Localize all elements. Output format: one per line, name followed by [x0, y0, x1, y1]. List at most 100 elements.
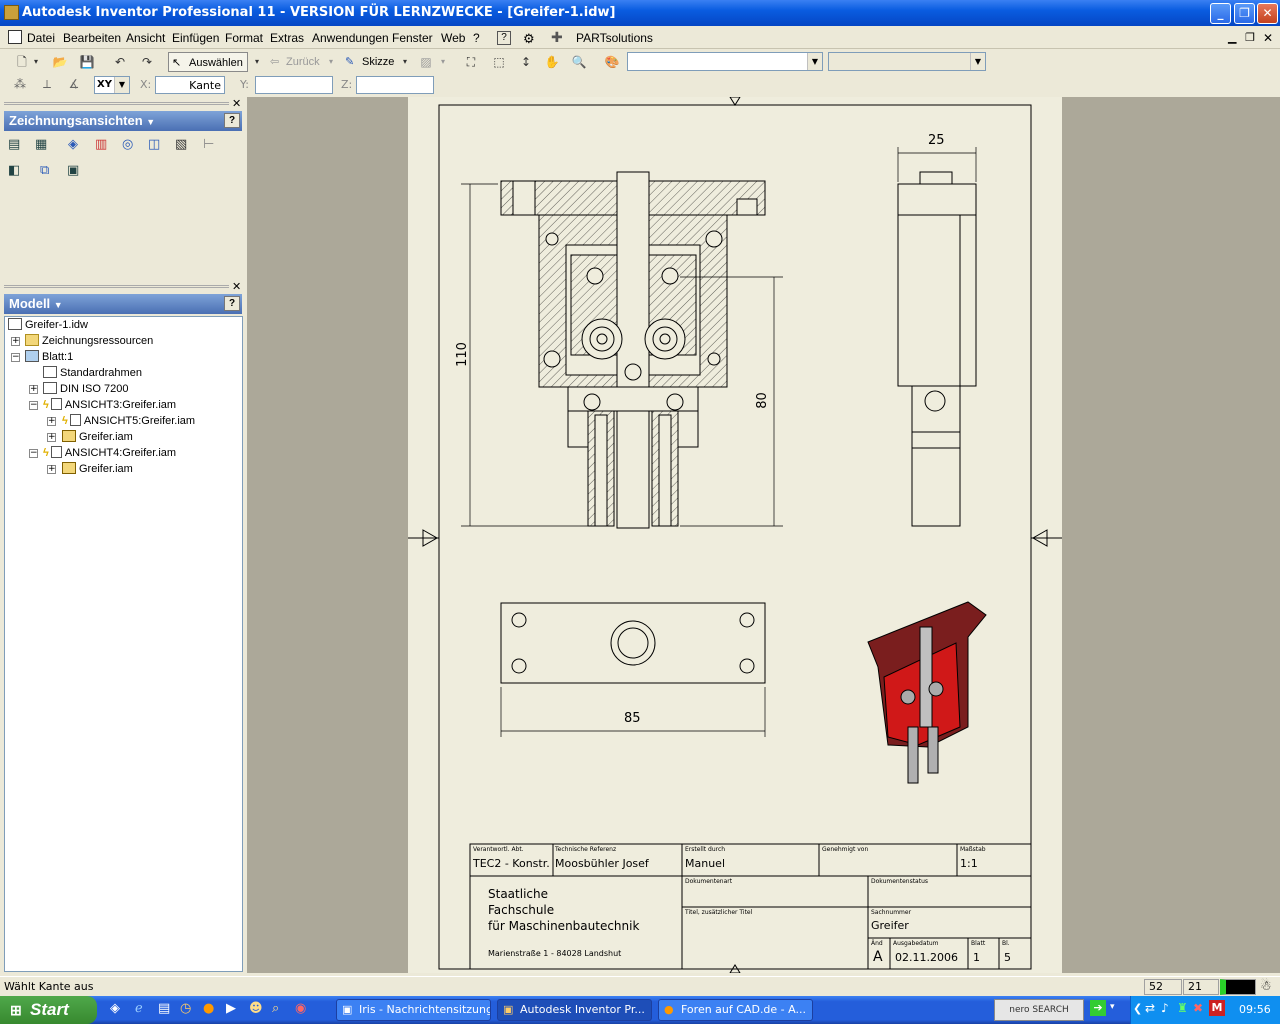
close-button[interactable]: ✕: [1257, 3, 1278, 24]
draft-view-icon[interactable]: ◧: [8, 163, 20, 178]
projected-view-icon[interactable]: ▦: [35, 137, 47, 152]
open-icon[interactable]: 📂: [50, 53, 70, 71]
network-icon[interactable]: ⇄: [1145, 1001, 1155, 1015]
y-input[interactable]: [255, 76, 333, 94]
zoom-select-icon[interactable]: 🔍: [569, 53, 589, 71]
save-icon[interactable]: 💾: [77, 53, 97, 71]
minimize-button[interactable]: _: [1210, 3, 1231, 24]
task-inventor[interactable]: ▣ Autodesk Inventor Pr...: [497, 999, 652, 1021]
doc-close-button[interactable]: ✕: [1263, 31, 1273, 45]
axis-icon[interactable]: ∡: [64, 75, 84, 93]
model-panel-header[interactable]: Modell ▼ ?: [4, 294, 242, 314]
search-icon[interactable]: ⌕: [272, 1001, 279, 1016]
partsolutions-icon[interactable]: ⚙: [523, 31, 535, 47]
new-icon[interactable]: 🗋: [12, 53, 32, 71]
menu-anwendungen[interactable]: Anwendungen: [312, 31, 389, 45]
tree-item-assembly[interactable]: Greifer.iam: [62, 462, 133, 475]
model-grip-bar[interactable]: [4, 285, 229, 288]
back-button[interactable]: ⇦ Zurück: [270, 52, 320, 72]
style-combo[interactable]: ▼: [627, 52, 823, 71]
tree-item-view5[interactable]: ϟ ANSICHT5:Greifer.iam: [62, 414, 195, 427]
constraint-icon[interactable]: ⟂: [37, 75, 57, 93]
point-icon[interactable]: ⁂: [10, 75, 30, 93]
panel-help-icon[interactable]: ?: [224, 113, 240, 128]
expand-icon[interactable]: +: [29, 385, 38, 394]
select-button[interactable]: ↖ Auswählen: [168, 52, 248, 72]
collapse-icon[interactable]: −: [29, 449, 38, 458]
xy-combo-arrow-icon[interactable]: ▼: [114, 77, 129, 93]
menu-web[interactable]: Web: [441, 31, 465, 45]
dimension-height-inner[interactable]: 80: [755, 392, 770, 409]
panel-header[interactable]: Zeichnungsansichten ▼ ?: [4, 111, 242, 131]
tree-item-frame[interactable]: Standardrahmen: [43, 366, 142, 379]
tree-item-titleblock[interactable]: DIN ISO 7200: [43, 382, 128, 395]
chat-icon[interactable]: ☻: [249, 1001, 263, 1016]
x-input[interactable]: Kante: [155, 76, 225, 94]
undo-icon[interactable]: ↶: [110, 53, 130, 71]
menu-ansicht[interactable]: Ansicht: [126, 31, 165, 45]
menu-einfuegen[interactable]: Einfügen: [172, 31, 219, 45]
panel-dropdown-icon[interactable]: ▼: [146, 117, 155, 127]
nero-dropdown-icon[interactable]: ▾: [1110, 1002, 1115, 1012]
tree-item-view4[interactable]: ϟ ANSICHT4:Greifer.iam: [43, 446, 176, 459]
menu-datei[interactable]: Datei: [27, 31, 55, 45]
tray-x-icon[interactable]: ✖: [1193, 1001, 1203, 1015]
tree-item-resources[interactable]: Zeichnungsressourcen: [25, 334, 153, 347]
zoom-all-icon[interactable]: ⛶: [461, 53, 481, 71]
zoom-window-icon[interactable]: ⬚: [489, 53, 509, 71]
break-view-icon[interactable]: ◫: [148, 137, 160, 152]
task-firefox[interactable]: ● Foren auf CAD.de - A...: [658, 999, 813, 1021]
start-button[interactable]: ⊞ Start: [0, 996, 97, 1024]
help-icon[interactable]: ?: [497, 31, 511, 45]
slice-icon[interactable]: ⊢: [203, 137, 214, 152]
tray-app-icon[interactable]: ♜: [1177, 1001, 1188, 1015]
dimension-height-front[interactable]: 110: [455, 342, 470, 367]
model-panel-dropdown-icon[interactable]: ▼: [54, 300, 63, 310]
grip-bar[interactable]: [4, 102, 229, 105]
tree-item-assembly[interactable]: Greifer.iam: [62, 430, 133, 443]
expand-icon[interactable]: +: [47, 433, 56, 442]
dimension-width-side[interactable]: 25: [928, 133, 945, 148]
media-icon[interactable]: ▶: [226, 1001, 236, 1016]
maximize-button[interactable]: ❐: [1234, 3, 1255, 24]
back-dropdown-icon[interactable]: ▾: [326, 53, 336, 71]
quicklaunch-icon[interactable]: ◈: [110, 1001, 120, 1016]
menu-help[interactable]: ?: [473, 31, 480, 45]
zoom-icon[interactable]: ↕: [516, 53, 536, 71]
doc-minimize-button[interactable]: ▁: [1228, 31, 1236, 44]
tree-item-sheet[interactable]: Blatt:1: [25, 350, 73, 363]
nero-go-icon[interactable]: ➔: [1090, 1000, 1106, 1016]
overlay-view-icon[interactable]: ▣: [67, 163, 79, 178]
expand-icon[interactable]: +: [47, 417, 56, 426]
panel-close-icon[interactable]: ✕: [232, 97, 241, 110]
layer-combo[interactable]: ▼: [828, 52, 986, 71]
menu-format[interactable]: Format: [225, 31, 263, 45]
section-view-icon[interactable]: ▥: [95, 137, 107, 152]
outlook-icon[interactable]: ▤: [158, 1001, 170, 1016]
color-style-icon[interactable]: 🎨: [602, 53, 622, 71]
collapse-icon[interactable]: −: [29, 401, 38, 410]
sketch-dropdown-icon[interactable]: ▾: [400, 53, 410, 71]
tree-item-drawing[interactable]: Greifer-1.idw: [8, 318, 88, 331]
sketch-button[interactable]: ✎ Skizze: [345, 52, 394, 72]
menu-extras[interactable]: Extras: [270, 31, 304, 45]
xy-combo[interactable]: XY ▼: [94, 76, 130, 94]
volume-icon[interactable]: ♪: [1161, 1001, 1169, 1015]
layer-combo-arrow-icon[interactable]: ▼: [970, 53, 985, 70]
plus-icon[interactable]: ✚: [551, 29, 563, 46]
security-icon[interactable]: ◉: [295, 1001, 306, 1016]
ie-icon[interactable]: ℯ: [135, 1001, 143, 1016]
nero-search-box[interactable]: nero SEARCH: [994, 999, 1084, 1021]
base-view-icon[interactable]: ▤: [8, 137, 20, 152]
new-dropdown-icon[interactable]: ▾: [31, 53, 41, 71]
model-panel-close-icon[interactable]: ✕: [232, 280, 241, 293]
clock-app-icon[interactable]: ◷: [180, 1001, 191, 1016]
expand-icon[interactable]: +: [47, 465, 56, 474]
app-icon[interactable]: [4, 5, 19, 20]
menu-partsolutions[interactable]: PARTsolutions: [576, 31, 653, 45]
z-input[interactable]: [356, 76, 434, 94]
task-iris[interactable]: ▣ Iris - Nachrichtensitzung: [336, 999, 491, 1021]
expand-icon[interactable]: +: [11, 337, 20, 346]
aux-view-icon[interactable]: ◈: [68, 137, 78, 152]
broken-out-icon[interactable]: ▧: [175, 137, 187, 152]
